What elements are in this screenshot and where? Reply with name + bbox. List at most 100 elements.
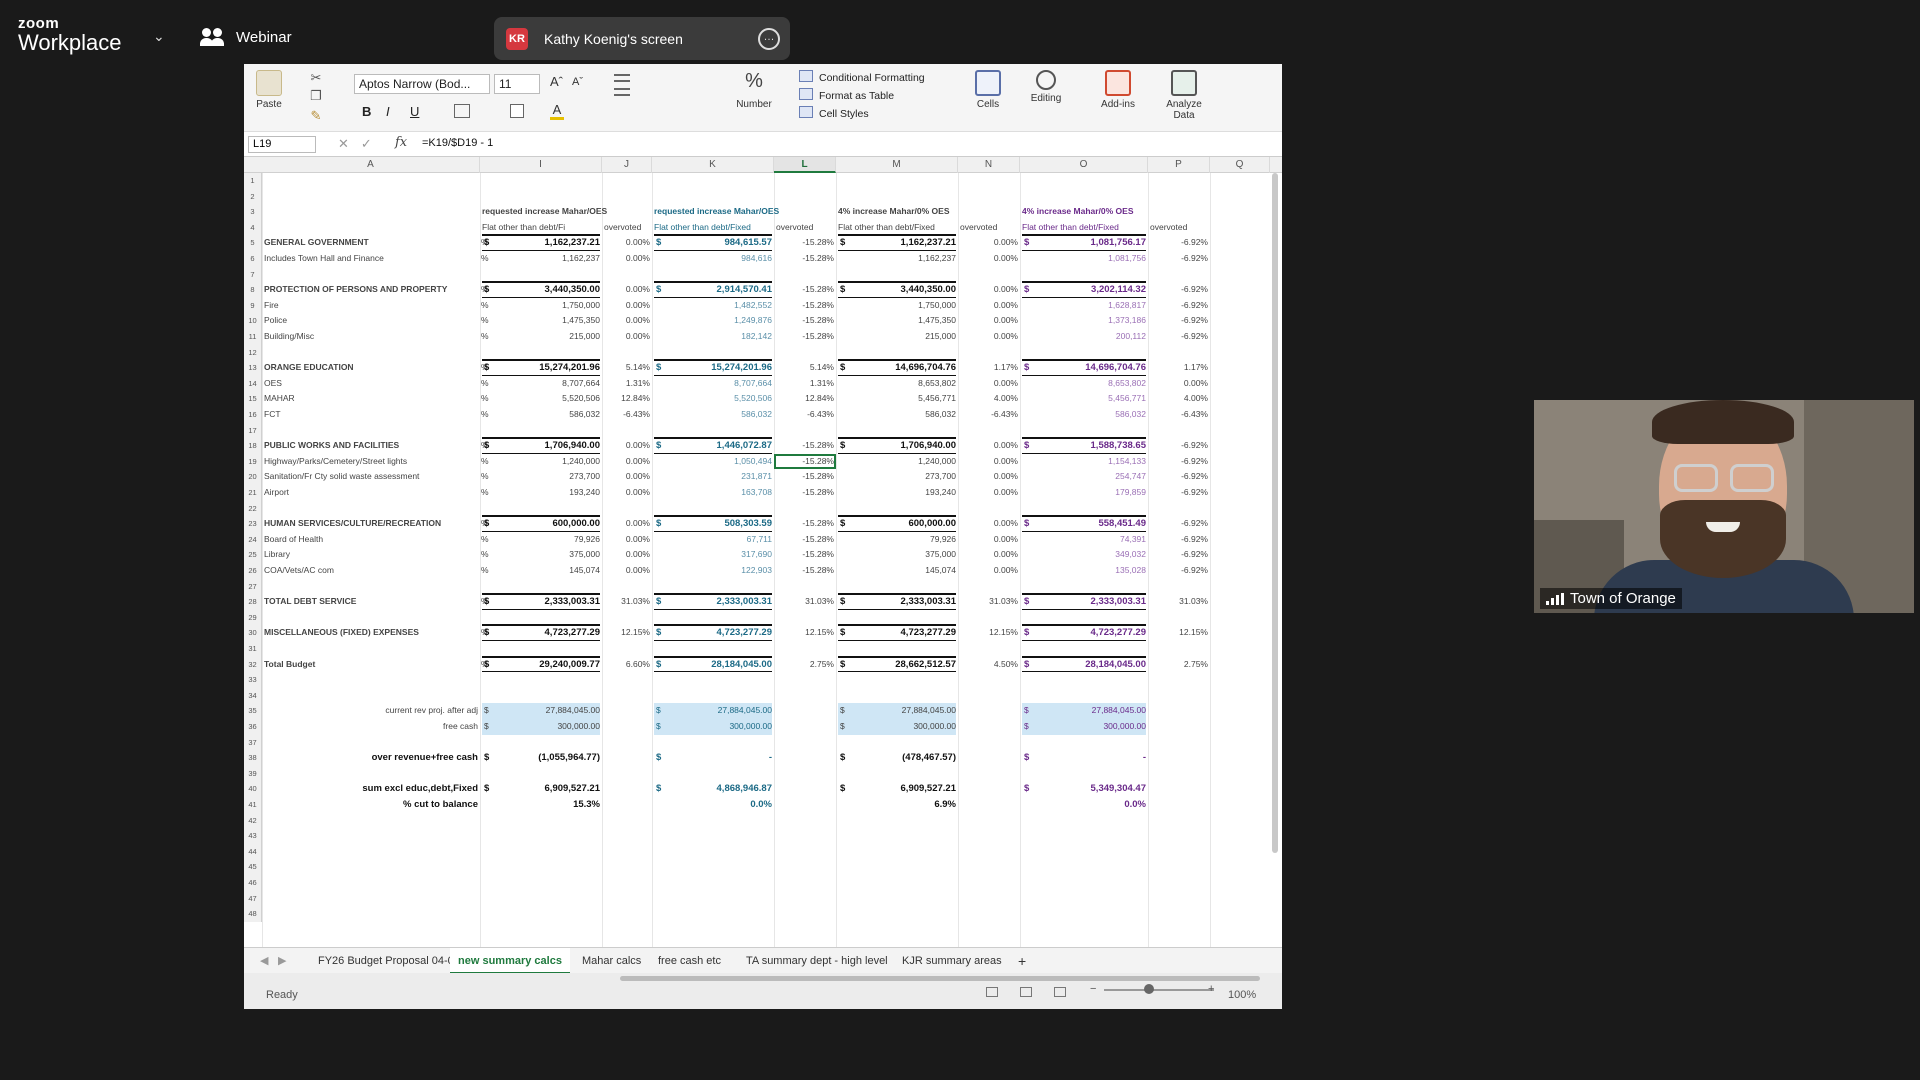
row-label[interactable]: OES <box>264 377 478 390</box>
pct-p[interactable]: -6.92% <box>1150 283 1208 296</box>
row-label[interactable]: Includes Town Hall and Finance <box>264 252 478 265</box>
value-m[interactable]: 600,000.00 <box>838 517 956 530</box>
chevron-down-icon[interactable]: ⌄ <box>153 28 165 45</box>
value-i[interactable]: 215,000 <box>482 330 600 343</box>
value-m[interactable]: 1,240,000 <box>838 455 956 468</box>
pct-l[interactable]: -15.28% <box>776 486 834 499</box>
value-i[interactable]: 375,000 <box>482 548 600 561</box>
sub-header[interactable]: Flat other than debt/Fixed <box>1022 221 1146 234</box>
font-color-icon[interactable]: A <box>550 102 564 120</box>
row-header[interactable]: 30 <box>244 625 262 641</box>
pct-j[interactable]: 0.00% <box>604 533 650 546</box>
pct-p[interactable]: 1.17% <box>1150 361 1208 374</box>
row-header[interactable]: 15 <box>244 391 262 407</box>
sheet-tab[interactable]: Mahar calcs <box>574 948 649 974</box>
value-i[interactable]: 2,333,003.31 <box>482 595 600 608</box>
row-header[interactable]: 20 <box>244 469 262 485</box>
value-k[interactable]: 317,690 <box>654 548 772 561</box>
pct-j[interactable]: 0.00% <box>604 455 650 468</box>
value-m[interactable]: 1,162,237.21 <box>838 236 956 249</box>
value-m[interactable]: 5,456,771 <box>838 392 956 405</box>
value-m[interactable]: 1,162,237 <box>838 252 956 265</box>
row-label[interactable]: Airport <box>264 486 478 499</box>
value-i[interactable]: 600,000.00 <box>482 517 600 530</box>
sheet-tab[interactable]: new summary calcs <box>450 948 570 974</box>
row-header[interactable]: 28 <box>244 594 262 610</box>
summary-pct[interactable]: 0.0% <box>1022 798 1146 811</box>
pct-j[interactable]: 0.00% <box>604 314 650 327</box>
row-header[interactable]: 37 <box>244 734 262 751</box>
pct-l[interactable]: -15.28% <box>776 330 834 343</box>
pct-p[interactable]: -6.92% <box>1150 330 1208 343</box>
pct-n[interactable]: 0.00% <box>960 486 1018 499</box>
analyze-data-button[interactable]: Analyze Data <box>1164 70 1204 121</box>
row-header[interactable]: 26 <box>244 563 262 579</box>
pct-p[interactable]: 2.75% <box>1150 658 1208 671</box>
value-i[interactable]: 5,520,506 <box>482 392 600 405</box>
pct-l[interactable]: 2.75% <box>776 658 834 671</box>
value-i[interactable]: 1,162,237.21 <box>482 236 600 249</box>
value-k[interactable]: 4,723,277.29 <box>654 626 772 639</box>
pct-l[interactable]: -15.28% <box>776 533 834 546</box>
pct-n[interactable]: 0.00% <box>960 314 1018 327</box>
row-header[interactable]: 32 <box>244 656 262 673</box>
summary-rev[interactable]: 27,884,045.00 <box>838 704 956 717</box>
pct-n[interactable]: 0.00% <box>960 439 1018 452</box>
pct-n[interactable]: 0.00% <box>960 470 1018 483</box>
summary-label[interactable]: % cut to balance <box>264 798 478 811</box>
pct-l[interactable]: -15.28% <box>776 314 834 327</box>
column-header-j[interactable]: J <box>602 157 652 173</box>
row-label[interactable]: COA/Vets/AC com <box>264 564 478 577</box>
row-header[interactable]: 6 <box>244 251 262 267</box>
row-header[interactable]: 2 <box>244 188 262 205</box>
value-k[interactable]: 984,616 <box>654 252 772 265</box>
format-painter-icon[interactable]: ✎ <box>304 108 328 124</box>
pct-p[interactable]: -6.92% <box>1150 236 1208 249</box>
value-o[interactable]: 8,653,802 <box>1022 377 1146 390</box>
row-header[interactable]: 39 <box>244 765 262 782</box>
sheet-tab[interactable]: KJR summary areas <box>894 948 1010 974</box>
vertical-scrollbar[interactable] <box>1272 173 1278 853</box>
sub-header[interactable]: overvoted <box>604 221 650 234</box>
row-label[interactable]: Library <box>264 548 478 561</box>
value-k[interactable]: 182,142 <box>654 330 772 343</box>
summary-over[interactable]: (478,467.57) <box>838 751 956 764</box>
column-header-a[interactable]: A <box>262 157 480 173</box>
sub-header[interactable]: overvoted <box>776 221 834 234</box>
row-label[interactable]: Fire <box>264 299 478 312</box>
pct-n[interactable]: 0.00% <box>960 517 1018 530</box>
pct-n[interactable]: 0.00% <box>960 548 1018 561</box>
pct-j[interactable]: 0.00% <box>604 299 650 312</box>
italic-button[interactable]: I <box>386 104 390 119</box>
value-k[interactable]: 28,184,045.00 <box>654 658 772 671</box>
pct-j[interactable]: 0.00% <box>604 564 650 577</box>
value-o[interactable]: 1,081,756.17 <box>1022 236 1146 249</box>
row-header[interactable]: 16 <box>244 407 262 423</box>
value-o[interactable]: 179,859 <box>1022 486 1146 499</box>
row-header[interactable]: 25 <box>244 547 262 563</box>
formula-input[interactable]: =K19/$D19 - 1 <box>422 137 493 149</box>
pct-j[interactable]: 0.00% <box>604 548 650 561</box>
group-header[interactable]: requested increase Mahar/OES <box>654 205 779 218</box>
pct-p[interactable]: -6.92% <box>1150 314 1208 327</box>
sub-header[interactable]: Flat other than debt/Fixed <box>838 221 956 234</box>
row-header[interactable]: 35 <box>244 703 262 719</box>
row-header[interactable]: 31 <box>244 641 262 657</box>
row-header[interactable]: 7 <box>244 266 262 283</box>
summary-rev[interactable]: 27,884,045.00 <box>1022 704 1146 717</box>
pct-l[interactable]: 12.84% <box>776 392 834 405</box>
row-header[interactable]: 29 <box>244 609 262 626</box>
pct-p[interactable]: -6.92% <box>1150 439 1208 452</box>
value-k[interactable]: 5,520,506 <box>654 392 772 405</box>
more-options-icon[interactable]: … <box>758 28 780 50</box>
pct-n[interactable]: 0.00% <box>960 236 1018 249</box>
webinar-menu[interactable]: Webinar <box>200 28 292 46</box>
value-k[interactable]: 8,707,664 <box>654 377 772 390</box>
pct-l[interactable]: -15.28% <box>776 252 834 265</box>
participant-video[interactable]: Town of Orange <box>1534 400 1914 613</box>
value-m[interactable]: 273,700 <box>838 470 956 483</box>
pct-p[interactable]: 4.00% <box>1150 392 1208 405</box>
row-header[interactable]: 40 <box>244 781 262 797</box>
value-o[interactable]: 3,202,114.32 <box>1022 283 1146 296</box>
pct-j[interactable]: 0.00% <box>604 486 650 499</box>
